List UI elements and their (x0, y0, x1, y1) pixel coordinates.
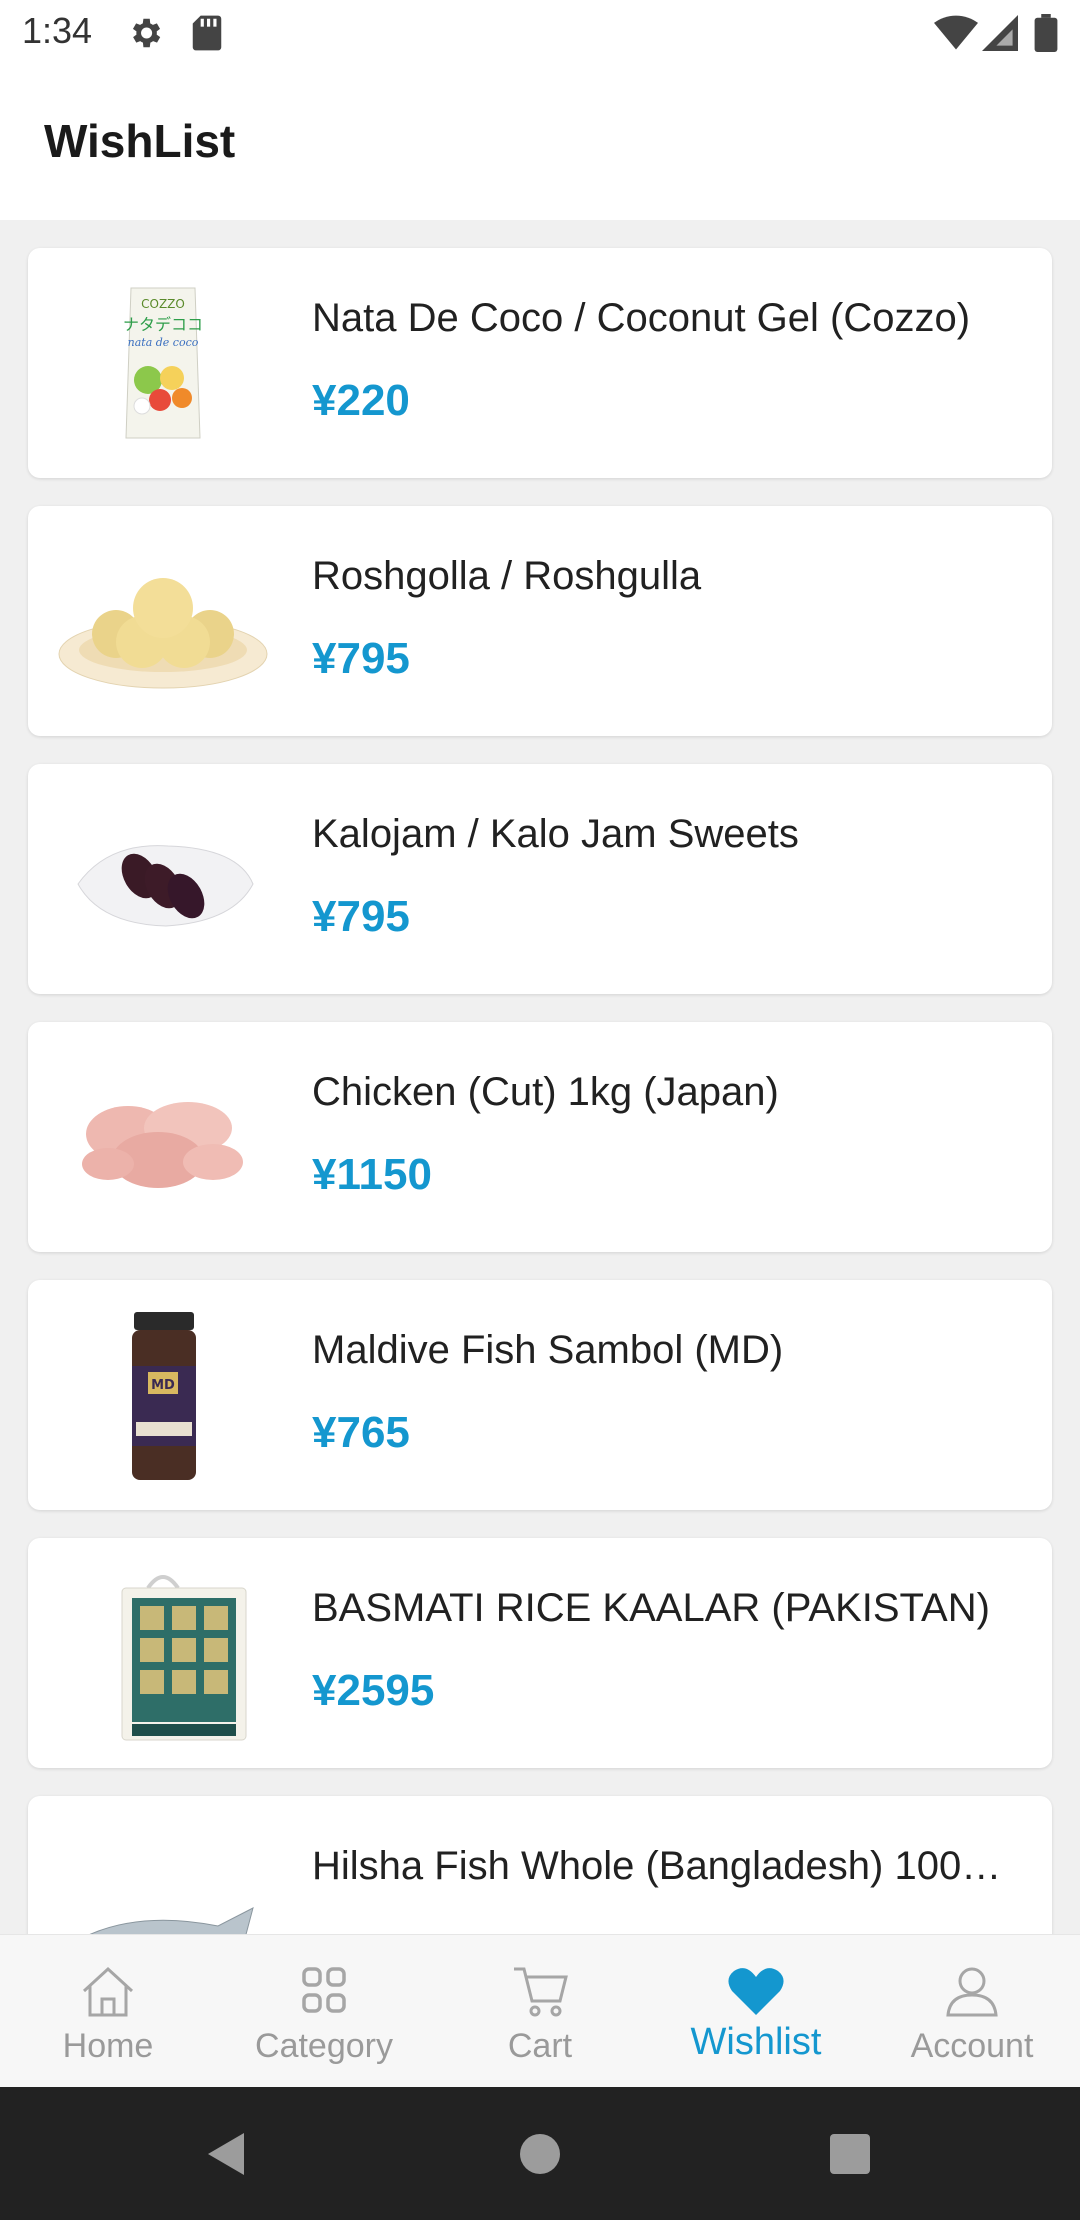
nav-account[interactable]: Account (864, 1935, 1080, 2088)
wishlist-item[interactable]: Kalojam / Kalo Jam Sweets ¥795 (28, 764, 1052, 994)
raw-chicken-image (48, 1042, 278, 1232)
svg-text:nata de coco: nata de coco (128, 336, 199, 349)
wishlist-list[interactable]: COZZO ナタデココ nata de coco Nata De Coco / … (0, 220, 1080, 1934)
status-time: 1:34 (22, 10, 93, 51)
wishlist-item[interactable]: COZZO ナタデココ nata de coco Nata De Coco / … (28, 248, 1052, 478)
heart-icon (726, 1963, 786, 2019)
nav-wishlist[interactable]: Wishlist (648, 1935, 864, 2088)
cellular-signal-icon (982, 14, 1018, 57)
back-icon[interactable] (204, 2131, 248, 2182)
nav-category[interactable]: Category (216, 1935, 432, 2088)
category-grid-icon (294, 1963, 354, 2019)
nav-label: Category (255, 2027, 393, 2065)
item-name: Maldive Fish Sambol (MD) (312, 1328, 784, 1372)
wishlist-item[interactable]: Chicken (Cut) 1kg (Japan) ¥1150 (28, 1022, 1052, 1252)
nav-cart[interactable]: Cart (432, 1935, 648, 2088)
nav-label: Wishlist (690, 2021, 822, 2063)
nav-home[interactable]: Home (0, 1935, 216, 2088)
item-price: ¥2595 (312, 1666, 435, 1715)
nav-label: Cart (507, 2027, 573, 2065)
item-price: ¥795 (312, 892, 410, 941)
bottom-navigation: Home Category Cart Wishlist Account (0, 1934, 1080, 2088)
item-name: Nata De Coco / Coconut Gel (Cozzo) (312, 296, 971, 340)
rice-bag-image (48, 1558, 278, 1748)
recents-square-icon[interactable] (829, 2133, 871, 2180)
item-name: Hilsha Fish Whole (Bangladesh) 100… (312, 1844, 1002, 1888)
coconut-gel-pack-image: COZZO ナタデココ nata de coco (48, 268, 278, 458)
sambol-jar-image: MD (48, 1300, 278, 1490)
wishlist-item[interactable]: Roshgolla / Roshgulla ¥795 (28, 506, 1052, 736)
item-price: ¥765 (312, 1408, 410, 1457)
item-price: ¥795 (312, 634, 410, 683)
app-bar: WishList (0, 66, 1080, 220)
home-circle-icon[interactable] (519, 2133, 561, 2180)
item-name: Roshgolla / Roshgulla (312, 554, 702, 598)
item-price: ¥220 (312, 376, 410, 425)
home-icon (78, 1963, 138, 2019)
nav-label: Account (910, 2027, 1034, 2065)
person-icon (942, 1963, 1002, 2019)
page-title: WishList (44, 115, 236, 167)
system-navigation-bar (0, 2087, 1080, 2220)
settings-gear-icon (126, 14, 164, 57)
hilsha-fish-image (48, 1816, 278, 1934)
svg-text:COZZO: COZZO (141, 297, 185, 311)
roshgolla-plate-image (48, 526, 278, 716)
wishlist-item[interactable]: Hilsha Fish Whole (Bangladesh) 100… (28, 1796, 1052, 1934)
item-name: BASMATI RICE KAALAR (PAKISTAN) (312, 1586, 990, 1630)
item-name: Kalojam / Kalo Jam Sweets (312, 812, 799, 856)
status-bar: 1:34 (0, 0, 1080, 66)
cart-icon (510, 1963, 570, 2019)
wishlist-item[interactable]: BASMATI RICE KAALAR (PAKISTAN) ¥2595 (28, 1538, 1052, 1768)
svg-text:MD: MD (151, 1378, 175, 1393)
battery-icon (1034, 14, 1058, 57)
kalojam-plate-image (48, 784, 278, 974)
item-name: Chicken (Cut) 1kg (Japan) (312, 1070, 779, 1114)
nav-label: Home (62, 2027, 154, 2065)
sd-card-icon (190, 14, 224, 57)
item-price: ¥1150 (312, 1150, 432, 1199)
wishlist-item[interactable]: MD Maldive Fish Sambol (MD) ¥765 (28, 1280, 1052, 1510)
svg-text:ナタデココ: ナタデココ (123, 315, 203, 334)
wifi-icon (934, 14, 978, 57)
